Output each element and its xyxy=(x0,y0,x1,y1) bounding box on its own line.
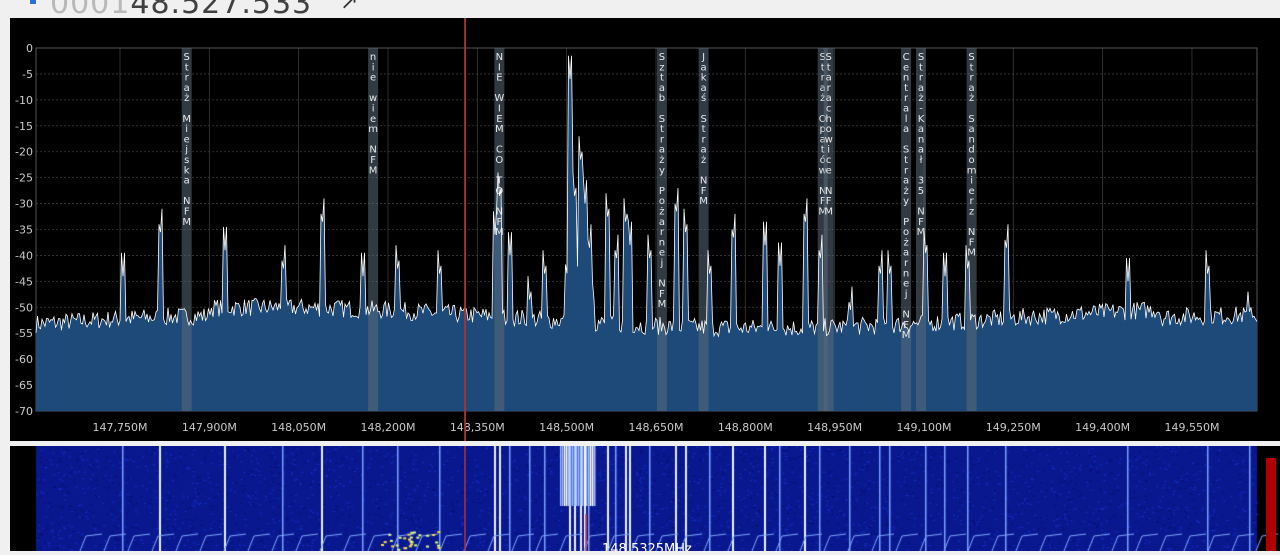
y-tick-label: -10 xyxy=(15,94,33,107)
x-tick-label: 147,750M xyxy=(93,421,148,434)
x-tick-label: 149,100M xyxy=(896,421,951,434)
y-tick-label: -65 xyxy=(15,379,33,392)
frequency-main-digits: 48.527.533 xyxy=(130,0,313,18)
x-tick-label: 148,050M xyxy=(271,421,326,434)
freq-indicator-mark xyxy=(30,0,36,4)
y-tick-label: -70 xyxy=(15,405,33,418)
frequency-readout[interactable]: 000148.527.533 xyxy=(50,0,312,18)
x-tick-label: 148,650M xyxy=(628,421,683,434)
y-axis: 0 -5 -10 -15 -20 -25 -30 -35 -40 -45 -50 -55 -60 -65 -… xyxy=(15,42,33,418)
x-axis: 147,750M 147,900M 148,050M 148,200M 148,350M… xyxy=(93,421,1220,434)
x-tick-label: 148,800M xyxy=(718,421,773,434)
y-tick-label: 0 xyxy=(26,42,33,55)
waterfall-overlay: 148,5325MHz xyxy=(464,446,1276,551)
x-tick-label: 148,350M xyxy=(450,421,505,434)
pointer-cursor-icon: ↗ xyxy=(340,0,359,15)
y-tick-label: -25 xyxy=(15,172,33,185)
y-tick-label: -55 xyxy=(15,327,33,340)
spectrum-fill xyxy=(36,55,1257,412)
x-tick-label: 149,250M xyxy=(986,421,1041,434)
spectrum-svg[interactable]: Straż Miejska N F Mn i e wiem N F MN I E WIEM CO… xyxy=(10,18,1280,441)
y-tick-label: -35 xyxy=(15,224,33,237)
y-tick-label: -15 xyxy=(15,120,33,133)
y-tick-label: -30 xyxy=(15,198,33,211)
y-tick-label: -60 xyxy=(15,353,33,366)
x-tick-label: 149,550M xyxy=(1164,421,1219,434)
signal-level-bar xyxy=(1266,458,1276,551)
demod-marker-label: 148,5325MHz xyxy=(602,542,692,551)
x-tick-label: 148,200M xyxy=(360,421,415,434)
spectrum-trace xyxy=(35,55,1258,338)
frequency-header: 000148.527.533 ↗ xyxy=(0,0,1280,18)
frequency-leading-digits: 0001 xyxy=(50,0,131,18)
waterfall[interactable]: 148,5325MHz xyxy=(10,446,1280,551)
spectrum-plot[interactable]: Straż Miejska NFMnie wiem NFMNIE WIEM CO… xyxy=(10,18,1280,441)
x-tick-label: 147,900M xyxy=(182,421,237,434)
y-tick-label: -50 xyxy=(15,301,33,314)
x-tick-label: 148,500M xyxy=(539,421,594,434)
bookmark-label[interactable]: Starachowice NFM xyxy=(824,52,833,218)
y-tick-label: -45 xyxy=(15,275,33,288)
y-tick-label: -5 xyxy=(22,68,33,81)
x-tick-label: 148,950M xyxy=(807,421,862,434)
y-tick-label: -20 xyxy=(15,146,33,159)
y-tick-label: -40 xyxy=(15,249,33,262)
x-tick-label: 149,400M xyxy=(1075,421,1130,434)
